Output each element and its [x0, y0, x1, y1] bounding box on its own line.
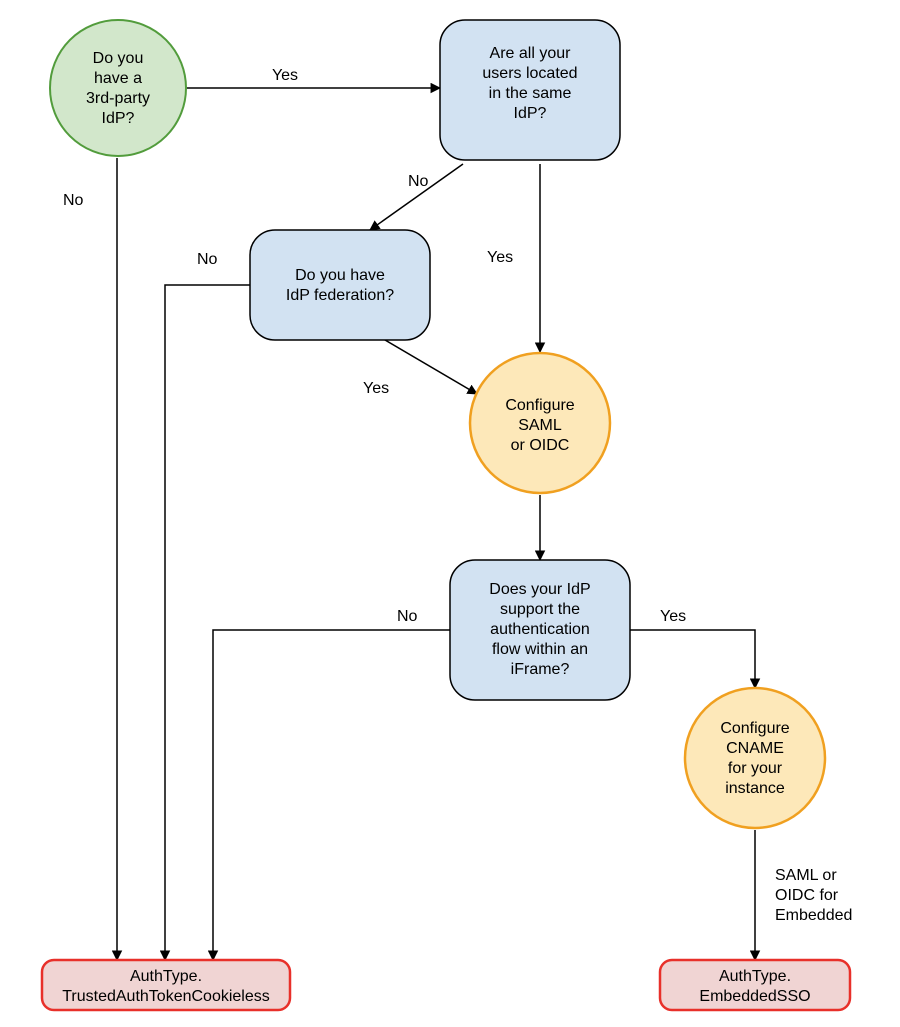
- label-iframe-yes: Yes: [660, 608, 686, 625]
- node-embedded: AuthType. EmbeddedSSO: [660, 960, 850, 1010]
- node-iframe-line4: flow within an: [492, 641, 588, 658]
- node-trusted-line1: AuthType.: [130, 968, 202, 985]
- node-iframe-line2: support the: [500, 601, 580, 618]
- label-start-no: No: [63, 192, 84, 209]
- node-iframe-line3: authentication: [490, 621, 590, 638]
- label-saml-embed-2: OIDC for: [775, 887, 839, 904]
- node-cname-line4: instance: [725, 780, 785, 797]
- label-start-yes: Yes: [272, 67, 298, 84]
- node-start-line4: IdP?: [102, 110, 135, 127]
- node-configure-saml: Configure SAML or OIDC: [470, 353, 610, 493]
- node-cname-line3: for your: [728, 760, 783, 777]
- label-same-no: No: [408, 173, 429, 190]
- node-iframe-line1: Does your IdP: [489, 581, 590, 598]
- node-same-line3: in the same: [489, 85, 572, 102]
- node-trusted-line2: TrustedAuthTokenCookieless: [62, 988, 270, 1005]
- node-cname-line2: CNAME: [726, 740, 784, 757]
- label-same-yes: Yes: [487, 249, 513, 266]
- node-configure-cname: Configure CNAME for your instance: [685, 688, 825, 828]
- edge-iframe-yes: [630, 630, 755, 688]
- node-iframe: Does your IdP support the authentication…: [450, 560, 630, 700]
- edge-iframe-no: [213, 630, 450, 960]
- node-fed-line1: Do you have: [295, 267, 385, 284]
- node-start-line1: Do you: [93, 50, 144, 67]
- label-fed-yes: Yes: [363, 380, 389, 397]
- node-start-line2: have a: [94, 70, 142, 87]
- node-same-idp: Are all your users located in the same I…: [440, 20, 620, 160]
- node-trusted: AuthType. TrustedAuthTokenCookieless: [42, 960, 290, 1010]
- node-start-line3: 3rd-party: [86, 90, 150, 107]
- label-saml-embed-3: Embedded: [775, 907, 852, 924]
- node-same-line2: users located: [482, 65, 577, 82]
- flowchart-diagram: Yes No No Yes No Yes No Yes SAML or OIDC…: [0, 0, 900, 1027]
- label-fed-no: No: [197, 251, 218, 268]
- label-iframe-no: No: [397, 608, 418, 625]
- edge-fed-yes: [380, 337, 477, 394]
- node-federation: Do you have IdP federation?: [250, 230, 430, 340]
- node-same-line1: Are all your: [490, 45, 572, 62]
- node-embedded-line1: AuthType.: [719, 968, 791, 985]
- label-saml-embed-1: SAML or: [775, 867, 837, 884]
- node-saml-line2: SAML: [518, 417, 562, 434]
- node-cname-line1: Configure: [720, 720, 789, 737]
- node-fed-line2: IdP federation?: [286, 287, 394, 304]
- node-start: Do you have a 3rd-party IdP?: [50, 20, 186, 156]
- node-iframe-line5: iFrame?: [511, 661, 570, 678]
- node-same-line4: IdP?: [514, 105, 547, 122]
- node-saml-line3: or OIDC: [511, 437, 570, 454]
- node-saml-line1: Configure: [505, 397, 574, 414]
- node-embedded-line2: EmbeddedSSO: [699, 988, 810, 1005]
- edge-fed-no: [165, 285, 250, 960]
